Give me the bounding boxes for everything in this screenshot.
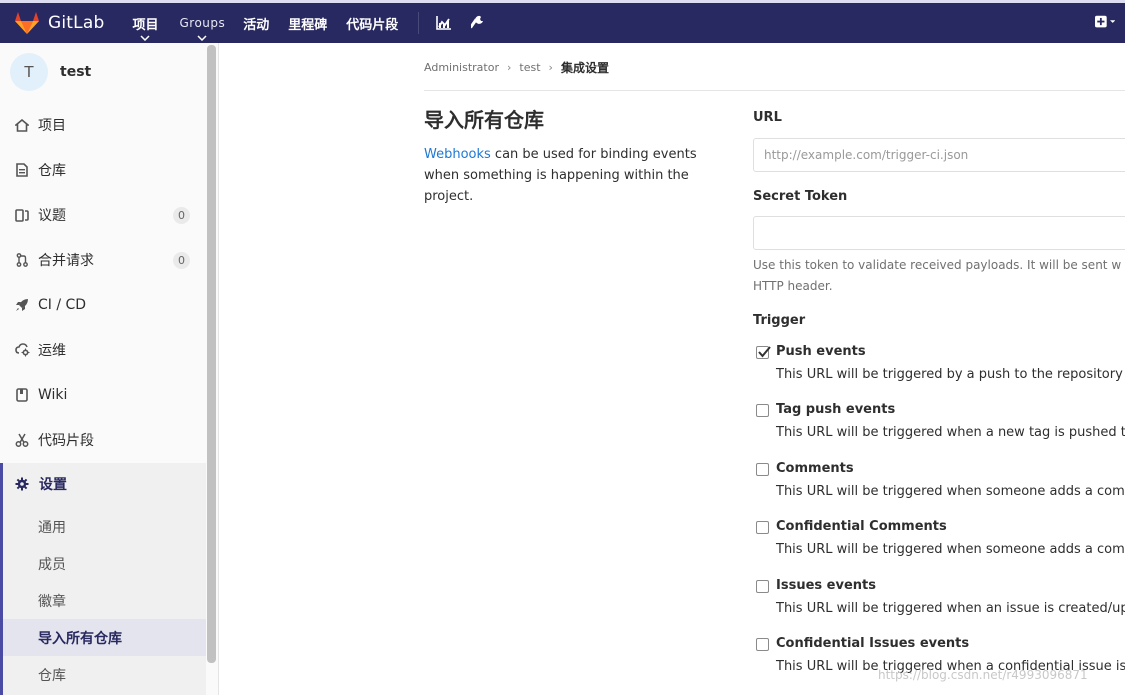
chevron-down-icon <box>197 35 207 41</box>
issues-icon <box>14 207 30 223</box>
sidebar-item-issues[interactable]: 议题 0 <box>0 195 205 235</box>
cloud-gear-icon <box>14 342 30 358</box>
sidebar-scrollbar[interactable] <box>207 45 216 663</box>
push-events-checkbox[interactable] <box>756 346 771 359</box>
settings-section: 设置 通用 成员 徽章 导入所有仓库 仓库 <box>0 463 206 695</box>
chevron-down-icon <box>140 35 150 41</box>
sidebar-item-label: 议题 <box>38 208 66 224</box>
sidebar-item-operations[interactable]: 运维 <box>0 330 205 370</box>
breadcrumb: Administrator › test › 集成设置 <box>424 57 609 77</box>
brand-name: GitLab <box>48 13 105 33</box>
trigger-label: Trigger <box>753 313 806 328</box>
comments-checkbox[interactable] <box>756 463 769 476</box>
rocket-icon <box>14 297 30 313</box>
tag-push-events-help: This URL will be triggered when a new ta… <box>776 425 1125 440</box>
confidential-comments-label: Confidential Comments <box>776 519 947 534</box>
comments-help: This URL will be triggered when someone … <box>776 484 1125 499</box>
merge-requests-count-badge: 0 <box>173 252 190 269</box>
gear-icon <box>14 476 30 492</box>
secret-token-help-line1: Use this token to validate received payl… <box>753 258 1122 272</box>
sidebar-item-settings[interactable]: 设置 <box>3 463 206 505</box>
tag-push-events-checkbox[interactable] <box>756 404 769 417</box>
nav-projects[interactable]: 项目 <box>132 3 158 43</box>
nav-snippets[interactable]: 代码片段 <box>346 3 398 43</box>
watermark-text: https://blog.csdn.net/r4993096871 <box>878 668 1088 682</box>
project-header[interactable]: T test <box>10 53 91 91</box>
home-icon <box>14 117 30 133</box>
gitlab-logo[interactable]: GitLab <box>14 11 104 35</box>
book-icon <box>14 387 30 403</box>
nav-projects-label: 项目 <box>132 17 159 33</box>
sidebar-item-project[interactable]: 项目 <box>0 105 205 145</box>
issues-events-checkbox[interactable] <box>756 580 769 593</box>
settings-sub-badges[interactable]: 徽章 <box>3 582 206 619</box>
nav-groups-label: Groups <box>179 16 226 30</box>
confidential-comments-checkbox[interactable] <box>756 521 769 534</box>
nav-milestones-label: 里程碑 <box>288 17 328 33</box>
project-avatar: T <box>10 53 48 91</box>
page-title: 导入所有仓库 <box>424 108 544 132</box>
comments-label: Comments <box>776 461 854 476</box>
breadcrumb-admin[interactable]: Administrator <box>424 61 499 74</box>
nav-groups[interactable]: Groups <box>179 3 225 43</box>
sidebar-item-label: 项目 <box>38 118 66 134</box>
issues-events-help: This URL will be triggered when an issue… <box>776 601 1125 616</box>
chart-icon[interactable] <box>435 14 453 32</box>
sidebar-item-label: CI / CD <box>38 297 87 313</box>
doc-icon <box>14 162 30 178</box>
sidebar-item-label: Wiki <box>38 387 68 403</box>
confidential-comments-help: This URL will be triggered when someone … <box>776 542 1125 557</box>
sidebar-item-repository[interactable]: 仓库 <box>0 150 205 190</box>
confidential-issues-events-checkbox[interactable] <box>756 638 769 651</box>
nav-divider <box>418 12 420 34</box>
sidebar-item-ci-cd[interactable]: CI / CD <box>0 285 205 325</box>
wrench-icon[interactable] <box>469 14 487 32</box>
project-sidebar: T test 项目 仓库 议题 0 合并请求 0 CI / CD 运维 Wiki… <box>0 43 219 695</box>
url-input[interactable] <box>753 138 1125 172</box>
sidebar-item-label: 代码片段 <box>38 433 94 449</box>
merge-icon <box>14 252 30 268</box>
scissors-icon <box>14 432 30 448</box>
url-label: URL <box>753 110 782 125</box>
chevron-right-icon: › <box>507 60 512 74</box>
breadcrumb-project[interactable]: test <box>519 61 540 74</box>
sidebar-item-label: 合并请求 <box>38 253 94 269</box>
chevron-right-icon: › <box>548 60 553 74</box>
nav-milestones[interactable]: 里程碑 <box>288 3 327 43</box>
settings-sub-members[interactable]: 成员 <box>3 545 206 582</box>
issues-events-label: Issues events <box>776 578 876 593</box>
header-divider <box>424 90 1125 91</box>
gitlab-fox-icon <box>15 12 39 34</box>
project-name: test <box>60 64 92 80</box>
settings-sub-general[interactable]: 通用 <box>3 508 206 545</box>
confidential-issues-events-label: Confidential Issues events <box>776 636 970 651</box>
sidebar-item-label: 仓库 <box>38 163 66 179</box>
sidebar-item-snippets[interactable]: 代码片段 <box>0 420 205 460</box>
settings-sub-integrations[interactable]: 导入所有仓库 <box>3 619 206 656</box>
plus-square-icon[interactable] <box>1095 14 1115 30</box>
nav-activity-label: 活动 <box>243 17 270 33</box>
nav-snippets-label: 代码片段 <box>346 17 399 33</box>
sidebar-item-merge-requests[interactable]: 合并请求 0 <box>0 240 205 280</box>
nav-activity[interactable]: 活动 <box>243 3 269 43</box>
secret-token-label: Secret Token <box>753 189 848 204</box>
webhooks-link[interactable]: Webhooks <box>424 147 491 162</box>
top-navbar: GitLab 项目 Groups 活动 里程碑 代码片段 <box>0 0 1125 43</box>
secret-token-help: Use this token to validate received payl… <box>753 255 1125 297</box>
sidebar-item-label: 运维 <box>38 343 66 359</box>
settings-sub-repository[interactable]: 仓库 <box>3 656 206 693</box>
page-description: Webhooks can be used for binding events … <box>424 144 699 207</box>
breadcrumb-current[interactable]: 集成设置 <box>561 59 609 76</box>
sidebar-item-wiki[interactable]: Wiki <box>0 375 205 415</box>
tag-push-events-label: Tag push events <box>776 402 896 417</box>
issues-count-badge: 0 <box>173 207 190 224</box>
secret-token-help-line2: HTTP header. <box>753 279 833 293</box>
push-events-label: Push events <box>776 344 866 359</box>
push-events-help: This URL will be triggered by a push to … <box>776 367 1123 382</box>
settings-label: 设置 <box>39 477 67 493</box>
secret-token-input[interactable] <box>753 216 1125 250</box>
